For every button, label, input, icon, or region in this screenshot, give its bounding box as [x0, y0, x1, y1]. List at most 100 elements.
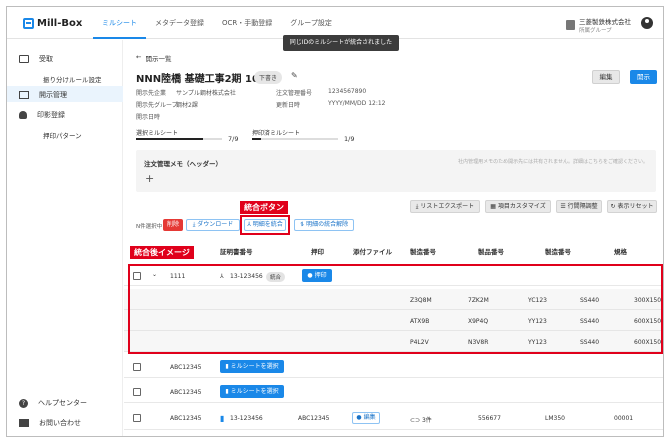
meta-open-date-label: 開示日時 [136, 114, 161, 121]
document-icon: ▮ [220, 414, 225, 423]
list-export-button[interactable]: ⤓ リストエクスポート [410, 200, 480, 213]
nav-metadata[interactable]: メタデータ登録 [146, 7, 213, 39]
logo-icon [23, 18, 34, 29]
user-account-icon[interactable] [641, 17, 653, 29]
main-content: ← 開示一覧 NNN陸橋 基礎工事2期 10月分 下書き ✎ 開示先企業 サンプ… [124, 40, 663, 436]
button-label: 編集 [363, 414, 376, 421]
meta-dest-group-value: 鋼材2課 [176, 102, 198, 109]
sidebar-item-open-manage[interactable]: 開示管理 [19, 90, 67, 100]
row-production-no: LM350 [545, 415, 565, 422]
progress-selected-label: 選択ミルシート [136, 130, 179, 137]
building-icon [566, 20, 575, 30]
meta-dest-company-value: サンプル鋼材株式会社 [176, 90, 236, 97]
row-checkbox[interactable] [133, 363, 141, 371]
sidebar-item-sort-rules[interactable]: 振り分けルール設定 [43, 74, 102, 84]
table-row[interactable]: ABC12345 ▮ 13-123456 ABC12345 ● 編集 ⊂⊃ 3件… [124, 406, 663, 430]
button-label: 明細を統合 [252, 221, 283, 228]
unmerge-rows-button[interactable]: ⥮ 明細の統合解除 [294, 219, 354, 231]
table-row[interactable]: ABC12345 ▮ ミルシートを選択 [124, 355, 663, 378]
col-attachment[interactable]: 添付ファイル [353, 246, 392, 256]
button-label: ミルシートを選択 [230, 388, 279, 395]
grid-icon: ▦ [490, 203, 498, 210]
col-cert-no[interactable]: 証明書番号 [220, 246, 253, 256]
sidebar-item-help[interactable]: ? ヘルプセンター [19, 398, 87, 408]
status-badge: 下書き [254, 71, 283, 84]
progress-stamped-value: 1/9 [344, 135, 355, 143]
download-button[interactable]: ⤓ ダウンロード [186, 219, 240, 231]
sidebar-item-label: ヘルプセンター [38, 399, 87, 407]
col-manufacture-no[interactable]: 製造番号 [410, 246, 436, 256]
row-cert[interactable]: 13-123456 [230, 415, 263, 422]
open-button[interactable]: 開示 [630, 70, 657, 84]
button-label: 項目カスタマイズ [497, 203, 546, 210]
reset-view-button[interactable]: ↻ 表示リセット [607, 200, 657, 213]
progress-selected-bar [136, 138, 222, 140]
memo-note: 社内管理用メモのため開示先には共有されません。詳細はこちらをご確認ください。 [458, 159, 648, 165]
progress-stamped-bar [252, 138, 338, 140]
attachment-count[interactable]: ⊂⊃ 3件 [410, 415, 432, 424]
col-spec[interactable]: 規格 [614, 246, 627, 256]
row-id: ABC12345 [170, 415, 202, 422]
company-name: 三菱製鉄株式会社 [579, 18, 631, 26]
button-label: 行間隔調整 [567, 203, 598, 210]
sidebar-item-label: お問い合わせ [39, 419, 81, 427]
table-row[interactable]: ABC12345 ▮ ミルシートを選択 [124, 380, 663, 403]
sidebar-item-stamp-register[interactable]: 印影登録 [19, 110, 65, 120]
row-checkbox[interactable] [133, 388, 141, 396]
meta-updated-label: 更新日時 [276, 102, 301, 109]
mail-icon [19, 91, 29, 99]
sidebar-item-label: 受取 [39, 55, 53, 63]
edit-title-icon[interactable]: ✎ [291, 71, 298, 80]
selected-count: N件選択中 [136, 224, 163, 230]
row-edit-button[interactable]: ● 編集 [352, 412, 380, 424]
annotation-merged-group-highlight [128, 264, 663, 354]
delete-button[interactable]: 削除 [163, 219, 183, 231]
button-label: ミルシートを選択 [230, 363, 279, 370]
col-product-no[interactable]: 製品番号 [478, 246, 504, 256]
sidebar-item-contact[interactable]: お問い合わせ [19, 418, 81, 428]
row-product-no: 556677 [478, 415, 501, 422]
button-label: 表示リセット [617, 203, 654, 210]
row-id: ABC12345 [170, 389, 202, 396]
button-label: ダウンロード [197, 221, 234, 228]
row-checkbox[interactable] [133, 414, 141, 422]
meta-dest-company-label: 開示先企業 [136, 90, 167, 97]
monitor-icon [19, 55, 29, 63]
rows-icon: ☰ [560, 203, 568, 210]
button-label: 明細の統合解除 [306, 221, 349, 228]
merge-rows-button[interactable]: ⅄ 明細を統合 [244, 219, 286, 231]
attachment-label: 3件 [421, 417, 432, 424]
row-spec: 00001 [614, 415, 634, 422]
col-production-no[interactable]: 製造番号 [545, 246, 571, 256]
row-cert-id: ABC12345 [298, 415, 330, 422]
paperclip-icon: ⊂⊃ [410, 417, 422, 424]
meta-order-no-value: 1234567890 [328, 88, 367, 95]
app-window: Mill-Box ミルシート メタデータ登録 OCR・手動登録 グループ設定 三… [6, 6, 664, 437]
select-millsheet-button[interactable]: ▮ ミルシートを選択 [220, 360, 284, 373]
add-memo-button[interactable]: + [145, 172, 154, 185]
sidebar-item-stamp-pattern[interactable]: 押印パターン [43, 130, 82, 140]
button-label: リストエクスポート [420, 203, 475, 210]
col-stamp[interactable]: 押印 [311, 246, 324, 256]
select-millsheet-button[interactable]: ▮ ミルシートを選択 [220, 385, 284, 398]
back-link[interactable]: ← 開示一覧 [136, 53, 171, 63]
company-switcher[interactable]: 三菱製鉄株式会社 所属グループ [566, 16, 631, 34]
back-label: 開示一覧 [145, 55, 172, 63]
row-id: ABC12345 [170, 364, 202, 371]
memo-title: 注文管理メモ（ヘッダー） [144, 160, 222, 168]
meta-order-no-label: 注文管理番号 [276, 90, 313, 97]
arrow-left-icon: ← [136, 53, 142, 61]
edit-button[interactable]: 編集 [592, 70, 620, 84]
annotation-merge-button: 統合ボタン [240, 201, 288, 214]
nav-millsheet[interactable]: ミルシート [93, 7, 146, 39]
item-customize-button[interactable]: ▦ 項目カスタマイズ [485, 200, 551, 213]
person-icon: ● [356, 414, 364, 421]
row-spacing-button[interactable]: ☰ 行間隔調整 [556, 200, 602, 213]
sidebar-item-receive[interactable]: 受取 [19, 54, 53, 64]
app-name: Mill-Box [37, 18, 83, 29]
nav-ocr[interactable]: OCR・手動登録 [213, 7, 281, 39]
app-logo[interactable]: Mill-Box [23, 18, 82, 29]
company-group: 所属グループ [579, 28, 612, 34]
meta-updated-value: YYYY/MM/DD 12:12 [328, 100, 386, 107]
sidebar-item-label: 開示管理 [39, 91, 67, 99]
